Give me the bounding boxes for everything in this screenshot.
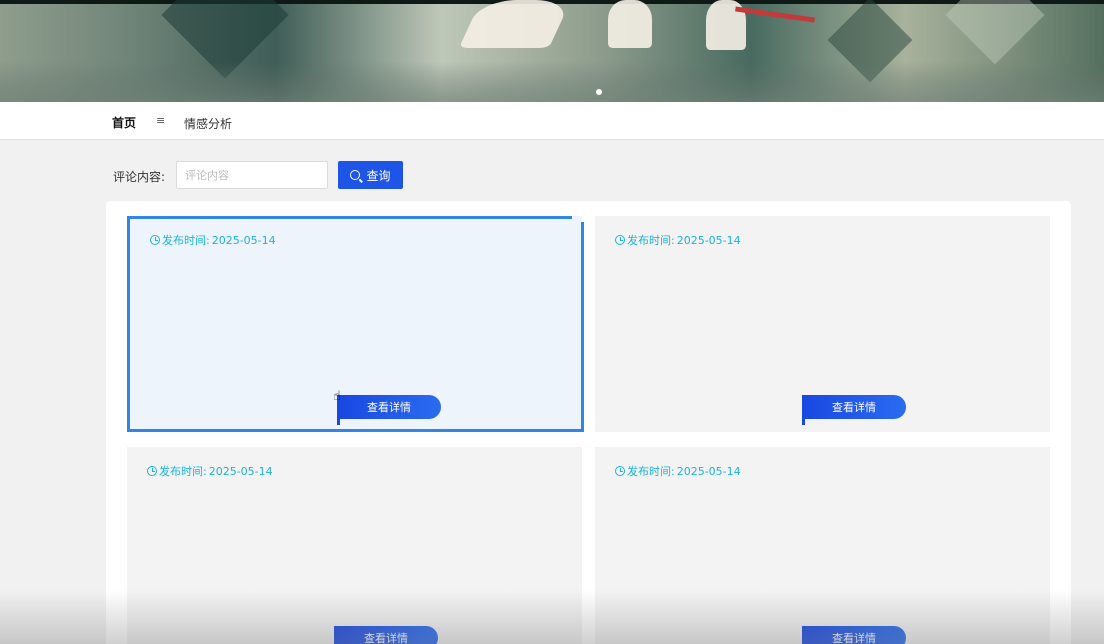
view-details-button[interactable]: 查看详情 [337, 395, 441, 425]
card-highlight-top [127, 216, 572, 219]
search-button[interactable]: 查询 [338, 161, 403, 189]
banner-floor-reflection [0, 62, 1104, 102]
card-highlight-right [581, 222, 584, 432]
publish-time-label: 发布时间: [162, 234, 210, 247]
publish-time-label: 发布时间: [627, 234, 675, 247]
banner-figure [458, 0, 572, 48]
publish-date: 2025-05-14 [676, 464, 741, 478]
banner-ribbon [735, 6, 815, 23]
comment-card[interactable]: 发布时间: 2025-05-14 查看详情 [127, 447, 582, 644]
publish-time-label: 发布时间: [159, 465, 207, 478]
card-publish-time: 发布时间: 2025-05-14 [615, 232, 741, 248]
cursor-icon: ☝ [333, 389, 341, 404]
card-publish-time: 发布时间: 2025-05-14 [615, 463, 741, 479]
clock-icon [150, 235, 160, 245]
banner-carousel[interactable] [0, 0, 1104, 102]
clock-icon [615, 235, 625, 245]
card-publish-time: 发布时间: 2025-05-14 [150, 232, 276, 248]
clock-icon [615, 466, 625, 476]
publish-time-label: 发布时间: [627, 465, 675, 478]
publish-date: 2025-05-14 [676, 233, 741, 247]
comment-card[interactable]: 发布时间: 2025-05-14 查看详情 [595, 447, 1050, 644]
search-button-label: 查询 [366, 168, 391, 183]
publish-date: 2025-05-14 [211, 233, 276, 247]
menu-icon: ≡ [156, 114, 166, 127]
nav-item-home[interactable]: 首页 [112, 114, 136, 131]
top-nav: 首页 ≡ 情感分析 [0, 102, 1104, 140]
comment-card[interactable]: 发布时间: 2025-05-14 查看详情 [127, 216, 584, 432]
nav-item-sentiment-analysis[interactable]: 情感分析 [184, 115, 232, 132]
banner-decor-diamond [945, 0, 1045, 65]
view-details-button[interactable]: 查看详情 [802, 626, 906, 644]
search-label: 评论内容: [113, 170, 166, 184]
banner-figure [608, 0, 652, 48]
results-panel: 发布时间: 2025-05-14 查看详情 发布时间: 2025-05-14 查… [106, 201, 1071, 644]
comment-card[interactable]: 发布时间: 2025-05-14 查看详情 [595, 216, 1050, 432]
view-details-button[interactable]: 查看详情 [334, 626, 438, 644]
carousel-indicator-dot[interactable] [596, 89, 602, 95]
publish-date: 2025-05-14 [208, 464, 273, 478]
card-publish-time: 发布时间: 2025-05-14 [147, 463, 273, 479]
comment-search-input[interactable] [176, 161, 328, 189]
clock-icon [147, 466, 157, 476]
view-details-button[interactable]: 查看详情 [802, 395, 906, 425]
search-icon [350, 170, 361, 180]
